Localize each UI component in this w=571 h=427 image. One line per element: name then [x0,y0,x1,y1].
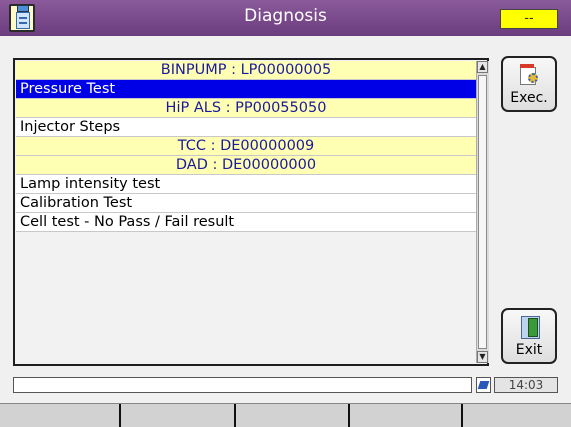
clock: 14:03 [494,377,558,393]
softkey-bar [0,403,571,427]
title-bar: Diagnosis -- [0,0,571,36]
exec-button-label: Exec. [510,90,548,106]
vertical-scrollbar[interactable]: ▲ ▼ [476,61,489,363]
list-group-hip-als: HiP ALS : PP00055050 [16,99,476,118]
exit-door-icon [521,316,540,339]
scroll-up-icon[interactable]: ▲ [477,61,488,73]
list-group-dad: DAD : DE00000000 [16,156,476,175]
list-item-cell-test[interactable]: Cell test - No Pass / Fail result [16,213,476,232]
softkey-4[interactable] [350,404,463,427]
exit-button-label: Exit [515,342,543,358]
softkey-3[interactable] [236,404,350,427]
window-title: Diagnosis [244,6,327,26]
test-list[interactable]: BINPUMP : LP00000005 Pressure Test HiP A… [13,58,489,366]
scroll-down-icon[interactable]: ▼ [477,351,488,363]
execute-icon [520,64,539,85]
list-item-injector-steps[interactable]: Injector Steps [16,118,476,137]
status-message-bar [13,377,472,393]
softkey-2[interactable] [121,404,236,427]
scroll-thumb[interactable] [478,75,487,349]
exec-button[interactable]: Exec. [501,56,557,112]
network-icon [476,377,491,393]
status-indicator[interactable]: -- [500,9,558,29]
list-group-tcc: TCC : DE00000009 [16,137,476,156]
list-item-calibration[interactable]: Calibration Test [16,194,476,213]
list-item-pressure-test[interactable]: Pressure Test [16,80,476,99]
list-group-binpump: BINPUMP : LP00000005 [16,61,476,80]
softkey-5[interactable] [463,404,571,427]
list-item-lamp-intensity[interactable]: Lamp intensity test [16,175,476,194]
softkey-1[interactable] [0,404,121,427]
exit-button[interactable]: Exit [501,308,557,364]
